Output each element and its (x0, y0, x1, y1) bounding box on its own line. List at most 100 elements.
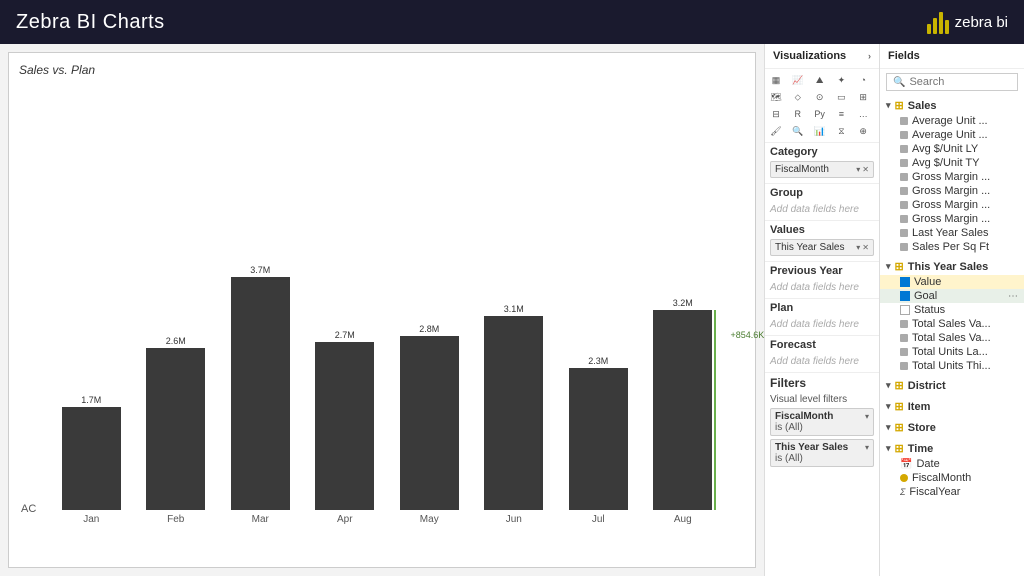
this-year-label: This Year Sales (908, 261, 989, 273)
field-gross-margin-2[interactable]: Gross Margin ... (880, 184, 1024, 198)
item-section: ▾ ⊞ Item (880, 396, 1024, 417)
delta-label: +854.6K (731, 330, 765, 340)
field-fiscal-year[interactable]: Σ FiscalYear (880, 485, 1024, 499)
values-chevron-down[interactable]: ▾ (856, 243, 860, 252)
bar-apr[interactable] (315, 342, 374, 510)
bar-jul[interactable] (569, 368, 628, 510)
values-field-name: This Year Sales (775, 242, 845, 253)
viz-icon-slicer[interactable]: ≡ (833, 106, 849, 122)
bar-may[interactable] (400, 336, 459, 510)
bar-value-jun: 3.1M (504, 304, 524, 314)
viz-icon-map[interactable]: 🗺 (768, 89, 784, 105)
prev-year-placeholder: Add data fields here (770, 280, 874, 295)
viz-icon-scatter[interactable]: ✦ (833, 72, 849, 88)
forecast-label: Forecast (770, 339, 874, 351)
bar-label-feb: Feb (167, 514, 184, 525)
logo-bar-4 (945, 20, 949, 34)
bar-jan[interactable] (62, 407, 121, 510)
viz-icon-bar[interactable]: ▦ (768, 72, 784, 88)
category-field-box[interactable]: FiscalMonth ▾ ✕ (770, 161, 874, 178)
bar-feb[interactable] (146, 348, 205, 510)
viz-icon-filter2[interactable]: ⧖ (833, 123, 849, 139)
viz-icon-custom1[interactable]: R (790, 106, 806, 122)
viz-icon-extra[interactable]: ⊕ (855, 123, 871, 139)
bar-value-jul: 2.3M (588, 356, 608, 366)
filter2-box[interactable]: This Year Sales ▾ is (All) (770, 439, 874, 467)
sales-section-header[interactable]: ▾ ⊞ Sales (880, 97, 1024, 114)
bar-value-feb: 2.6M (166, 336, 186, 346)
field-goal-checkbox[interactable] (900, 291, 910, 301)
main-content: Sales vs. Plan AC 1.7MJan2.6MFeb3.7MMar2… (0, 44, 1024, 576)
field-gross-margin-1[interactable]: Gross Margin ... (880, 170, 1024, 184)
field-gross-margin-3[interactable]: Gross Margin ... (880, 198, 1024, 212)
item-header[interactable]: ▾ ⊞ Item (880, 398, 1024, 415)
bar-aug[interactable]: +854.6K (653, 310, 712, 510)
bar-mar[interactable] (231, 277, 290, 510)
viz-icon-line[interactable]: 📈 (790, 72, 806, 88)
filter2-chevron[interactable]: ▾ (865, 443, 869, 452)
field-avg-unit-1[interactable]: Average Unit ... (880, 114, 1024, 128)
filter2-value: is (All) (775, 453, 869, 464)
field-value-item[interactable]: Value (880, 275, 1024, 289)
filter1-label: FiscalMonth (775, 411, 833, 422)
fields-header: Fields (880, 44, 1024, 69)
viz-icon-format[interactable]: 🖌 (768, 123, 784, 139)
values-close[interactable]: ✕ (862, 243, 869, 252)
logo-bar-1 (927, 24, 931, 34)
field-date[interactable]: 📅 Date (880, 457, 1024, 471)
values-label: Values (770, 224, 874, 236)
field-goal-item[interactable]: Goal ⋯ (880, 289, 1024, 303)
field-status-checkbox[interactable] (900, 305, 910, 315)
logo-bar-3 (939, 12, 943, 34)
bar-group-apr: 2.7MApr (303, 81, 388, 525)
viz-icon-funnel[interactable]: ⬦ (790, 89, 806, 105)
search-input[interactable] (909, 76, 1024, 88)
district-icon: ⊞ (895, 379, 904, 392)
viz-icon-pie[interactable]: ◔ (855, 72, 871, 88)
viz-icon-area[interactable]: ⛰ (812, 72, 828, 88)
time-header[interactable]: ▾ ⊞ Time (880, 440, 1024, 457)
search-box[interactable]: 🔍 (886, 73, 1018, 91)
search-icon: 🔍 (893, 77, 905, 88)
fiscal-month-dot (900, 474, 908, 482)
field-total-units-la[interactable]: Total Units La... (880, 345, 1024, 359)
viz-icon-custom2[interactable]: Py (812, 106, 828, 122)
field-total-units-thi[interactable]: Total Units Thi... (880, 359, 1024, 373)
filter1-chevron[interactable]: ▾ (865, 412, 869, 421)
field-avg-unit-ty[interactable]: Avg $/Unit TY (880, 156, 1024, 170)
field-icon-8 (900, 215, 908, 223)
field-icon-2 (900, 131, 908, 139)
goal-context-menu[interactable]: ⋯ (1008, 291, 1018, 302)
district-header[interactable]: ▾ ⊞ District (880, 377, 1024, 394)
store-header[interactable]: ▾ ⊞ Store (880, 419, 1024, 436)
viz-icons-grid: ▦ 📈 ⛰ ✦ ◔ 🗺 ⬦ ⊙ ▭ ⊞ ⊟ R Py ≡ … 🖌 🔍 (765, 69, 879, 143)
fiscal-year-sigma: Σ (900, 487, 905, 497)
field-sales-per-sq[interactable]: Sales Per Sq Ft (880, 240, 1024, 254)
field-fiscal-month[interactable]: FiscalMonth (880, 471, 1024, 485)
viz-icon-data[interactable]: 📊 (812, 123, 828, 139)
viz-expand-chevron[interactable]: › (868, 51, 871, 61)
field-avg-unit-2[interactable]: Average Unit ... (880, 128, 1024, 142)
viz-icon-table[interactable]: ⊞ (855, 89, 871, 105)
viz-icon-matrix[interactable]: ⊟ (768, 106, 784, 122)
viz-icon-gauge[interactable]: ⊙ (812, 89, 828, 105)
field-status-item[interactable]: Status (880, 303, 1024, 317)
field-value-checkbox[interactable] (900, 277, 910, 287)
field-total-sales-va-2[interactable]: Total Sales Va... (880, 331, 1024, 345)
this-year-sales-section: ▾ ⊞ This Year Sales Value Goal ⋯ (880, 256, 1024, 375)
viz-icon-more[interactable]: … (855, 106, 871, 122)
viz-icon-card[interactable]: ▭ (833, 89, 849, 105)
category-close[interactable]: ✕ (862, 165, 869, 174)
field-total-sales-va-1[interactable]: Total Sales Va... (880, 317, 1024, 331)
filter1-box[interactable]: FiscalMonth ▾ is (All) (770, 408, 874, 436)
category-chevron-down[interactable]: ▾ (856, 165, 860, 174)
values-field-box[interactable]: This Year Sales ▾ ✕ (770, 239, 874, 256)
viz-icon-analytics[interactable]: 🔍 (790, 123, 806, 139)
bar-label-mar: Mar (252, 514, 269, 525)
field-last-year-sales[interactable]: Last Year Sales (880, 226, 1024, 240)
bar-jun[interactable] (484, 316, 543, 510)
field-gross-margin-4[interactable]: Gross Margin ... (880, 212, 1024, 226)
bar-label-may: May (420, 514, 439, 525)
this-year-header[interactable]: ▾ ⊞ This Year Sales (880, 258, 1024, 275)
field-avg-unit-ly[interactable]: Avg $/Unit LY (880, 142, 1024, 156)
